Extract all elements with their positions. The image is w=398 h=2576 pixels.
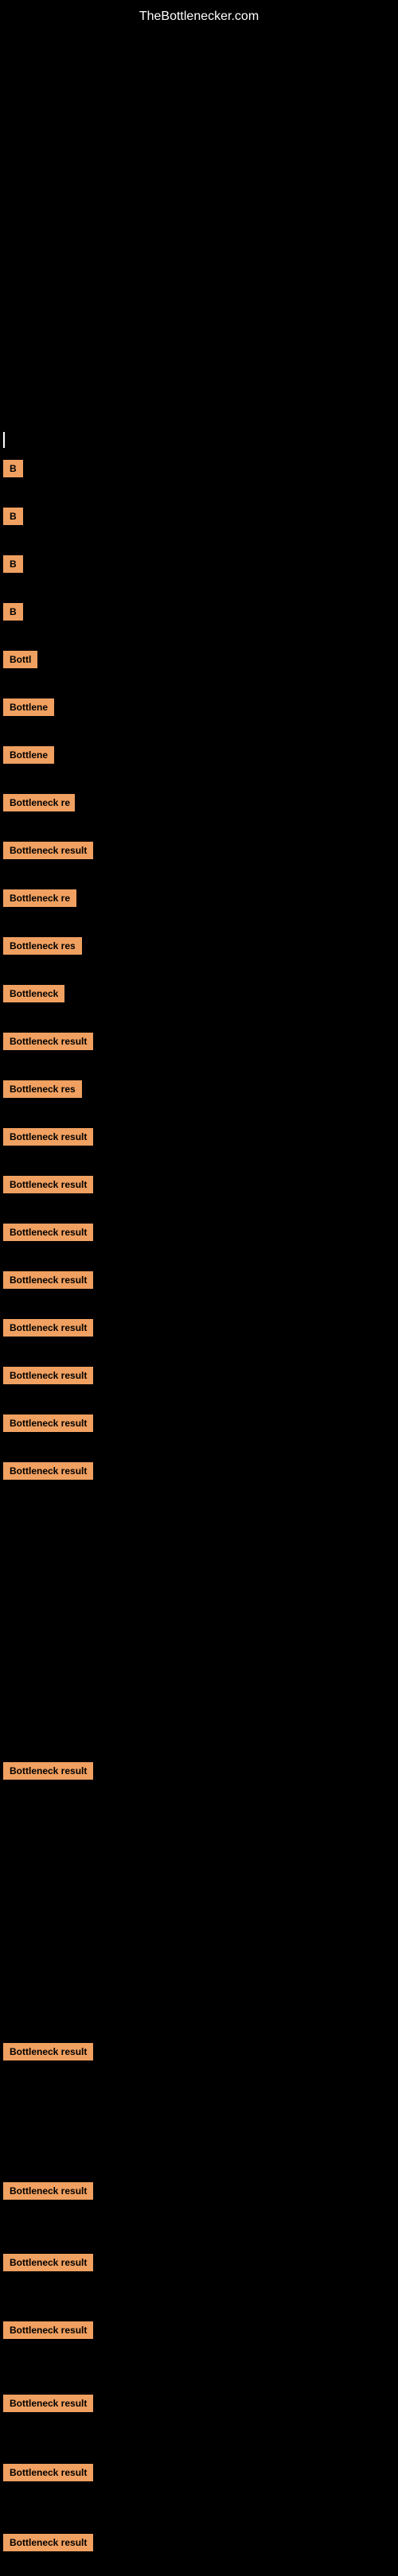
bottleneck-label: B — [3, 460, 23, 477]
bottleneck-item: B — [0, 508, 398, 529]
bottleneck-label: Bottleneck result — [3, 1462, 93, 1480]
bottleneck-label: Bottl — [3, 651, 37, 668]
bottleneck-item: Bottleneck result — [0, 1367, 398, 1388]
bottleneck-item: B — [0, 603, 398, 625]
text-cursor — [3, 432, 5, 448]
bottleneck-label: Bottleneck result — [3, 2043, 93, 2060]
bottleneck-label: Bottleneck — [3, 985, 64, 1002]
bottleneck-item: Bottleneck result — [0, 2321, 398, 2343]
bottleneck-label: Bottleneck result — [3, 1176, 93, 1193]
bottleneck-label: Bottleneck result — [3, 842, 93, 859]
bottleneck-label: B — [3, 603, 23, 621]
bottleneck-label: Bottleneck result — [3, 2464, 93, 2481]
bottleneck-item: Bottl — [0, 651, 398, 672]
bottleneck-item: Bottleneck res — [0, 937, 398, 959]
bottleneck-label: Bottleneck result — [3, 2182, 93, 2200]
bottleneck-item: Bottleneck re — [0, 794, 398, 815]
bottleneck-item: Bottleneck result — [0, 2254, 398, 2275]
bottleneck-label: Bottleneck result — [3, 2534, 93, 2551]
bottleneck-label: Bottleneck res — [3, 937, 82, 955]
bottleneck-label: Bottleneck result — [3, 1319, 93, 1337]
bottleneck-item: Bottleneck re — [0, 889, 398, 911]
bottleneck-item: Bottlene — [0, 746, 398, 768]
bottleneck-item: Bottleneck — [0, 985, 398, 1006]
bottleneck-item: Bottleneck result — [0, 2182, 398, 2204]
bottleneck-label: Bottleneck result — [3, 1224, 93, 1241]
bottleneck-item: Bottleneck result — [0, 2043, 398, 2064]
bottleneck-item: Bottleneck result — [0, 1033, 398, 1054]
items-container: B B B B Bottl Bottlene Bottlene Bottleneck re Bo… — [0, 30, 398, 2576]
bottleneck-item: Bottleneck result — [0, 2534, 398, 2555]
site-title: TheBottlenecker.com — [0, 0, 398, 30]
bottleneck-item: Bottleneck result — [0, 2464, 398, 2485]
bottleneck-label: Bottleneck result — [3, 1762, 93, 1780]
bottleneck-item: Bottleneck result — [0, 842, 398, 863]
bottleneck-label: Bottleneck result — [3, 1271, 93, 1289]
bottleneck-label: Bottlene — [3, 746, 54, 764]
bottleneck-item: Bottleneck result — [0, 2395, 398, 2416]
bottleneck-label: Bottleneck result — [3, 2254, 93, 2271]
bottleneck-label: B — [3, 555, 23, 573]
bottleneck-label: Bottleneck result — [3, 1367, 93, 1384]
bottleneck-label: B — [3, 508, 23, 525]
bottleneck-item: Bottleneck res — [0, 1080, 398, 1102]
bottleneck-item: B — [0, 555, 398, 577]
bottleneck-item: Bottleneck result — [0, 1128, 398, 1150]
bottleneck-item: Bottleneck result — [0, 1462, 398, 1484]
bottleneck-item: Bottleneck result — [0, 1414, 398, 1436]
bottleneck-item: Bottleneck result — [0, 1176, 398, 1197]
bottleneck-item: Bottleneck result — [0, 1271, 398, 1293]
bottleneck-label: Bottleneck result — [3, 1414, 93, 1432]
bottleneck-label: Bottleneck result — [3, 1128, 93, 1146]
bottleneck-item: Bottleneck result — [0, 1762, 398, 1784]
bottleneck-item: Bottlene — [0, 698, 398, 720]
bottleneck-item: B — [0, 460, 398, 481]
bottleneck-label: Bottleneck result — [3, 1033, 93, 1050]
bottleneck-label: Bottleneck re — [3, 794, 75, 811]
bottleneck-label: Bottleneck result — [3, 2321, 93, 2339]
bottleneck-label: Bottlene — [3, 698, 54, 716]
site-header: TheBottlenecker.com — [0, 0, 398, 30]
bottleneck-label: Bottleneck re — [3, 889, 76, 907]
bottleneck-item: Bottleneck result — [0, 1319, 398, 1341]
bottleneck-item: Bottleneck result — [0, 1224, 398, 1245]
bottleneck-label: Bottleneck res — [3, 1080, 82, 1098]
bottleneck-label: Bottleneck result — [3, 2395, 93, 2412]
